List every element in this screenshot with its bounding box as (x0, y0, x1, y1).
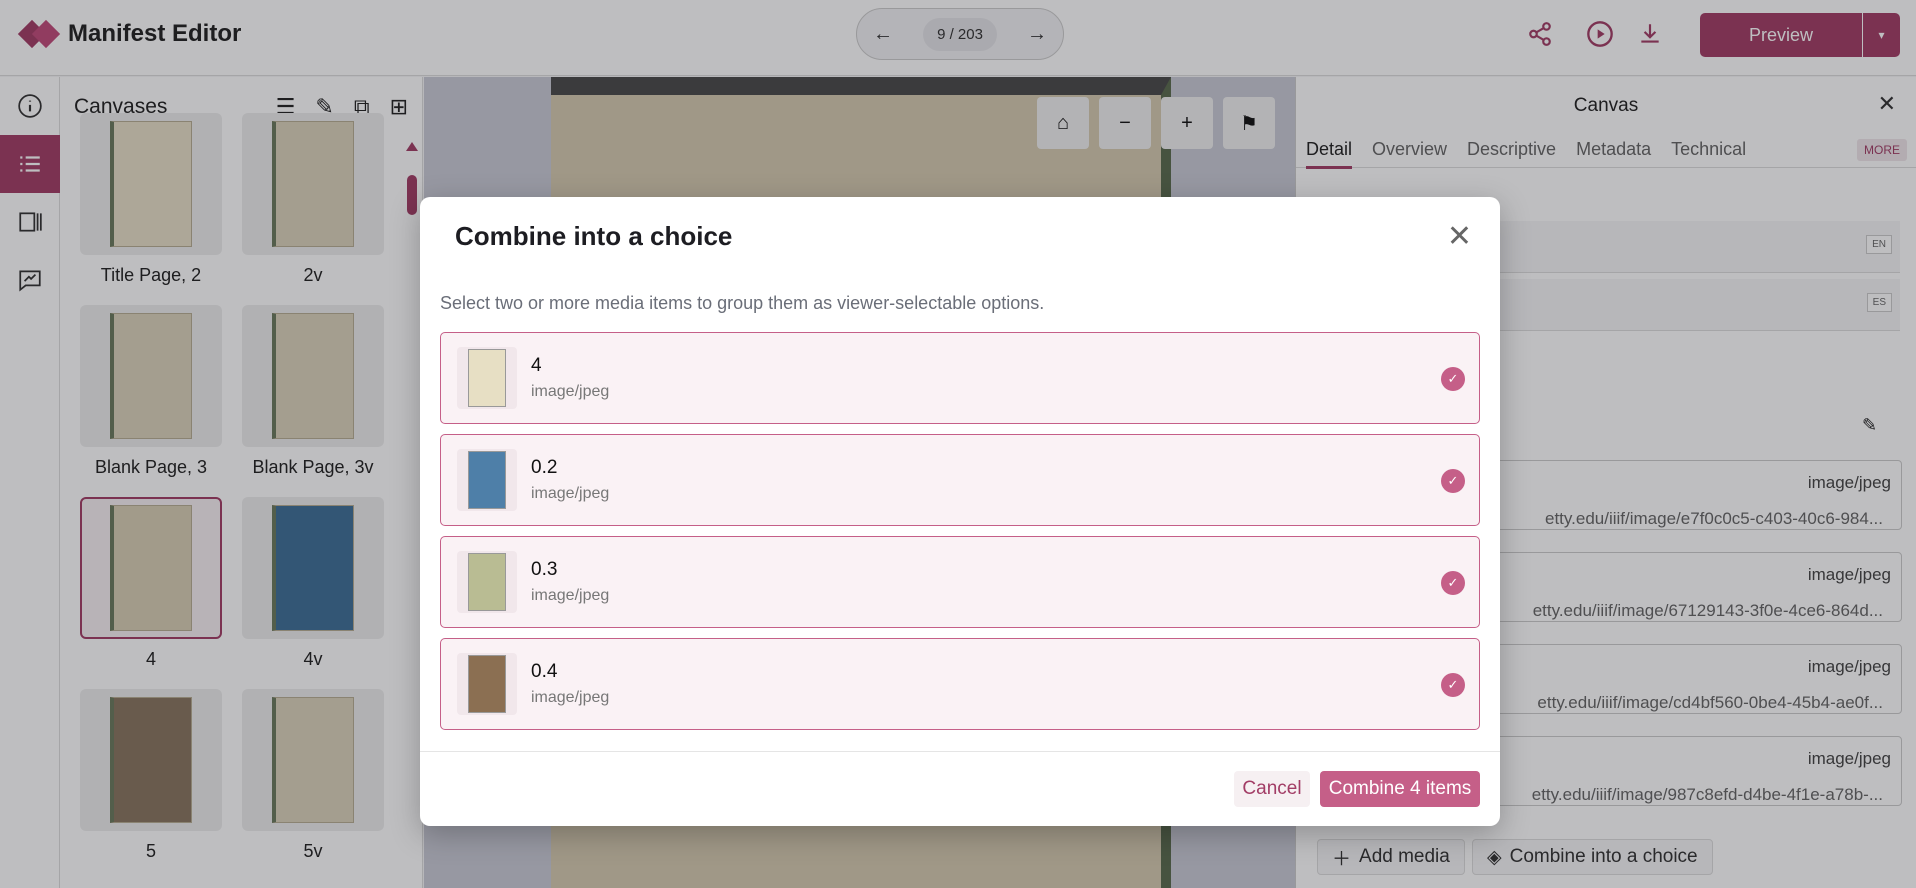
dialog-divider (420, 751, 1500, 752)
media-name: 4 (531, 355, 542, 376)
media-thumbnail (457, 449, 517, 511)
dialog-description: Select two or more media items to group … (440, 293, 1045, 313)
cancel-button[interactable]: Cancel (1234, 771, 1310, 807)
media-thumbnail (457, 653, 517, 715)
media-thumbnail (457, 551, 517, 613)
check-icon[interactable]: ✓ (1441, 367, 1465, 391)
media-name: 0.3 (531, 559, 558, 580)
media-choice-item[interactable]: 0.3 image/jpeg ✓ (440, 536, 1480, 628)
check-icon[interactable]: ✓ (1441, 673, 1465, 697)
check-icon[interactable]: ✓ (1441, 571, 1465, 595)
media-thumbnail (457, 347, 517, 409)
media-choice-item[interactable]: 0.2 image/jpeg ✓ (440, 434, 1480, 526)
media-choice-item[interactable]: 4 image/jpeg ✓ (440, 332, 1480, 424)
media-mime: image/jpeg (531, 689, 610, 706)
close-icon[interactable]: ✕ (1447, 219, 1472, 254)
combine-choice-dialog: Combine into a choice ✕ Select two or mo… (420, 197, 1500, 826)
media-name: 0.4 (531, 661, 558, 682)
media-mime: image/jpeg (531, 383, 610, 400)
media-choice-item[interactable]: 0.4 image/jpeg ✓ (440, 638, 1480, 730)
media-mime: image/jpeg (531, 485, 610, 502)
media-name: 0.2 (531, 457, 558, 478)
dialog-title: Combine into a choice (455, 221, 733, 251)
combine-items-button[interactable]: Combine 4 items (1320, 771, 1480, 807)
check-icon[interactable]: ✓ (1441, 469, 1465, 493)
media-mime: image/jpeg (531, 587, 610, 604)
